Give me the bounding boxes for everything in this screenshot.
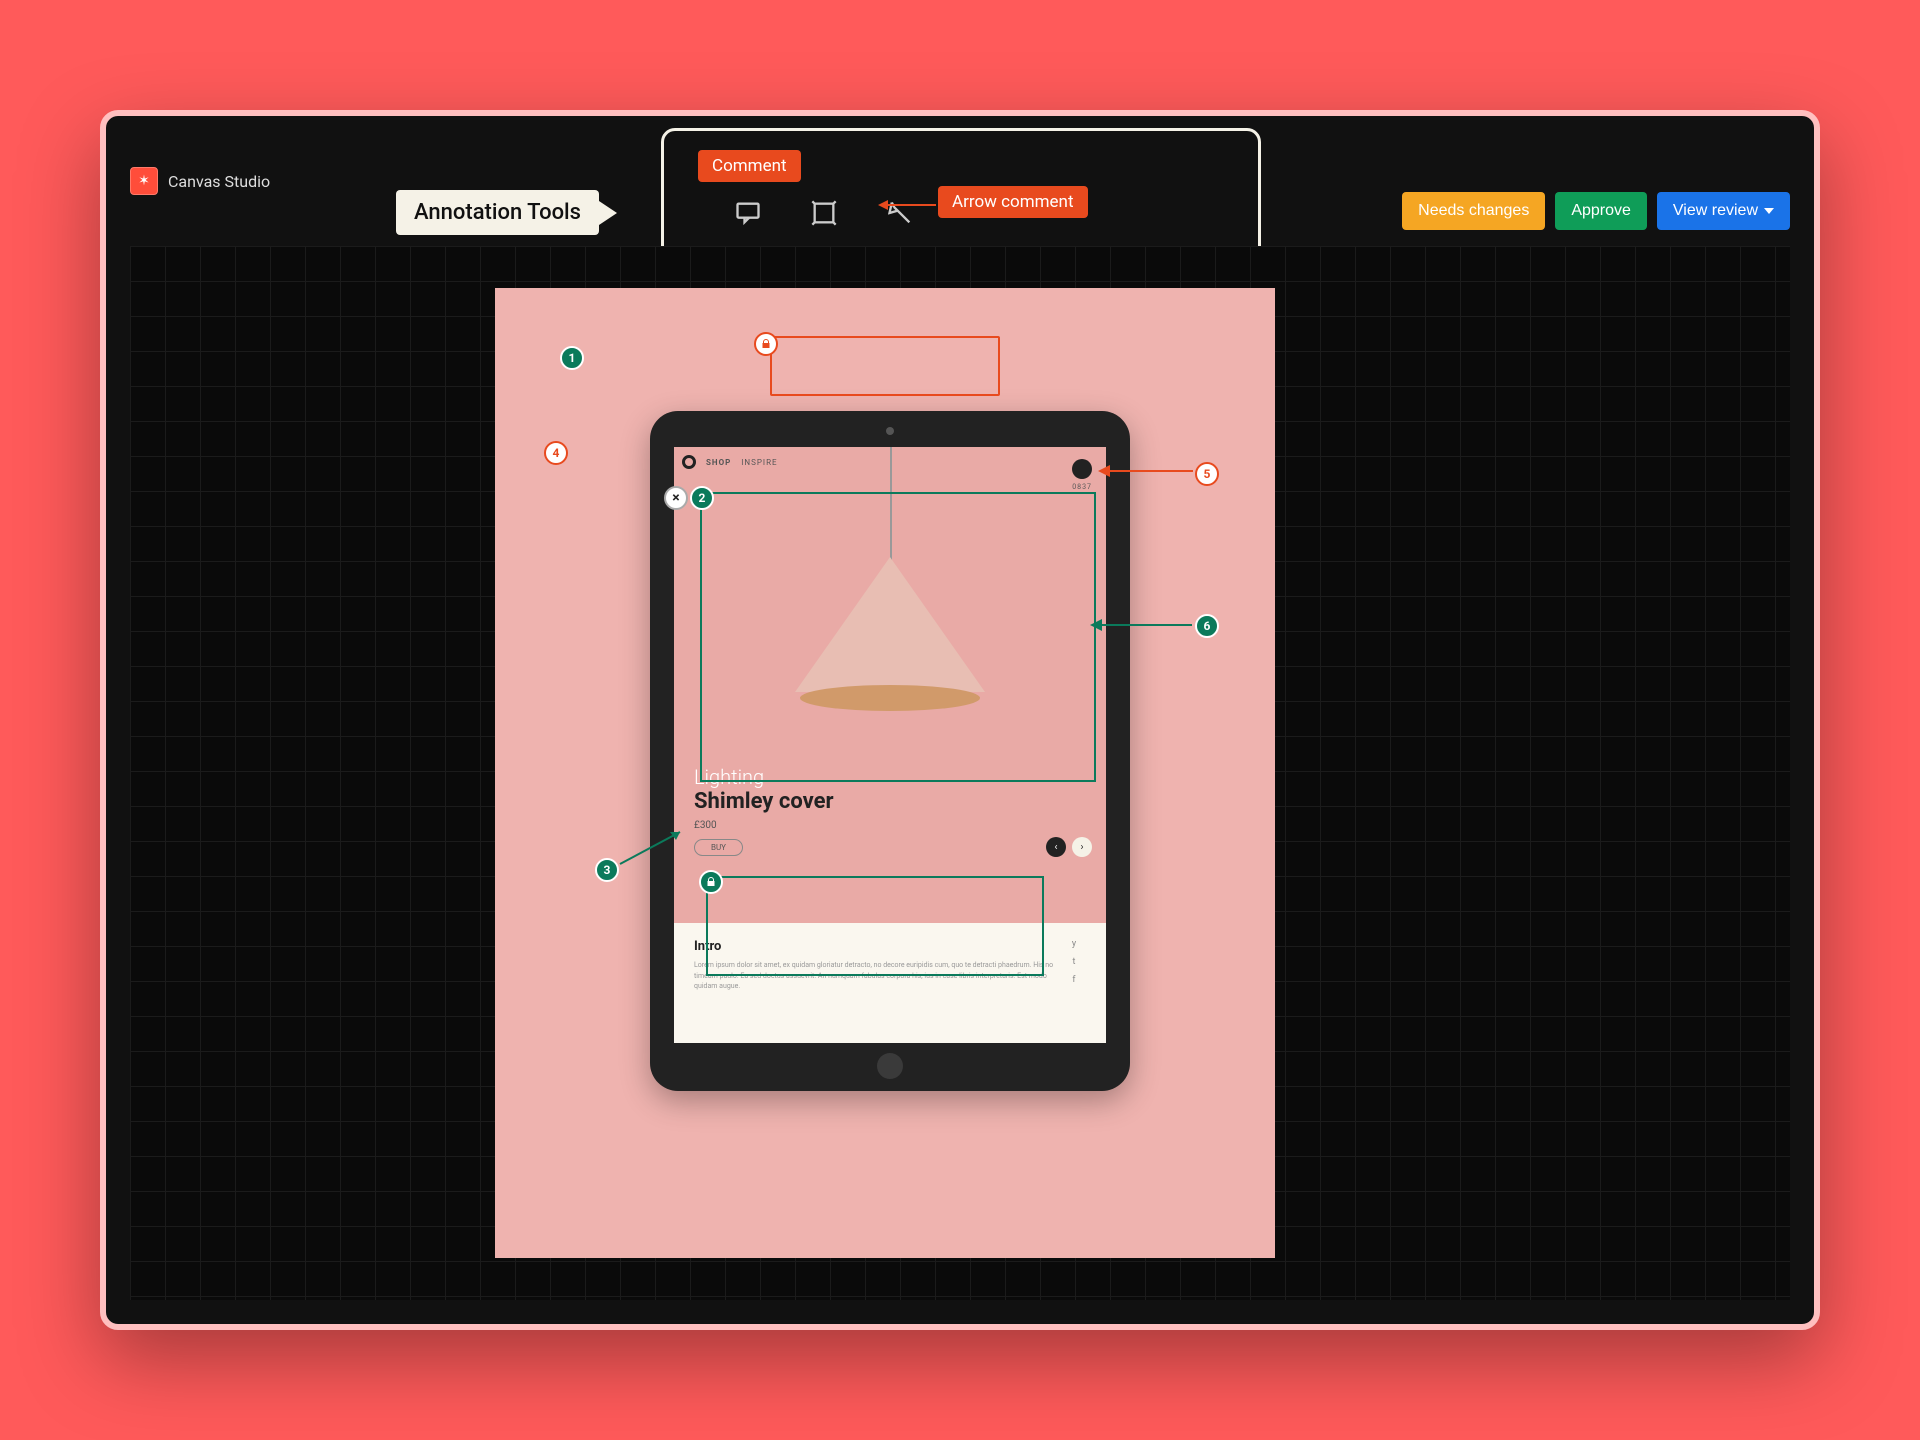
arrow-label-pointer — [886, 204, 936, 206]
brand-logo-icon: ✶ — [130, 167, 158, 195]
annotation-marker-5[interactable]: 5 — [1195, 462, 1219, 486]
pager-prev-icon: ‹ — [1046, 837, 1066, 857]
annotation-box-green-2[interactable] — [706, 876, 1044, 976]
annotation-tools-callout: Annotation Tools — [396, 190, 599, 235]
app-window: ✶ Canvas Studio Annotation Tools Comment… — [100, 110, 1820, 1330]
pager-next-icon: › — [1072, 837, 1092, 857]
intro-social: y t f — [1062, 939, 1086, 1027]
needs-changes-button[interactable]: Needs changes — [1402, 192, 1545, 230]
mock-logo-icon — [682, 455, 696, 469]
tablet-home-icon — [877, 1053, 903, 1079]
mock-avatar — [1072, 459, 1092, 479]
brand: ✶ Canvas Studio — [130, 167, 270, 195]
annotation-box-green-1[interactable] — [700, 492, 1096, 782]
tablet-camera-icon — [886, 427, 894, 435]
annotation-box-red[interactable] — [770, 336, 1000, 396]
annotation-arrow-5 — [1108, 470, 1193, 472]
annotation-close-button[interactable]: × — [664, 486, 688, 510]
box-comment-tool-icon[interactable] — [810, 199, 838, 227]
buy-button-mock: BUY — [694, 839, 743, 856]
product-price: £300 — [694, 820, 834, 831]
view-review-label: View review — [1673, 202, 1758, 220]
review-actions: Needs changes Approve View review — [1402, 192, 1790, 230]
mock-nav-inspire: INSPIRE — [741, 458, 777, 467]
chevron-down-icon — [1764, 208, 1774, 214]
arrow-comment-label: Arrow comment — [938, 186, 1088, 218]
annotation-arrow-3 — [610, 826, 690, 866]
mock-nav-shop: SHOP — [706, 458, 731, 467]
annotation-marker-1[interactable]: 1 — [560, 346, 584, 370]
annotation-marker-2[interactable]: 2 — [690, 486, 714, 510]
brand-name: Canvas Studio — [168, 172, 270, 191]
social-t-icon: t — [1073, 957, 1076, 967]
annotation-lock-red[interactable] — [754, 332, 778, 356]
canvas[interactable]: SHOP INSPIRE 0837 Lighting Shimley cover… — [130, 246, 1790, 1300]
comment-tool-icon[interactable] — [734, 199, 762, 227]
pager: ‹ › — [1046, 837, 1092, 857]
view-review-button[interactable]: View review — [1657, 192, 1790, 230]
annotation-marker-6[interactable]: 6 — [1195, 614, 1219, 638]
approve-button[interactable]: Approve — [1555, 192, 1647, 230]
comment-label: Comment — [698, 150, 801, 182]
annotation-arrow-6 — [1100, 624, 1192, 626]
mock-avatar-number: 0837 — [1072, 483, 1092, 491]
social-f-icon: f — [1072, 975, 1075, 985]
social-y-icon: y — [1072, 939, 1076, 949]
product-name: Shimley cover — [694, 789, 834, 814]
annotation-marker-3[interactable]: 3 — [595, 858, 619, 882]
annotation-lock-green[interactable] — [699, 870, 723, 894]
annotation-marker-4[interactable]: 4 — [544, 441, 568, 465]
